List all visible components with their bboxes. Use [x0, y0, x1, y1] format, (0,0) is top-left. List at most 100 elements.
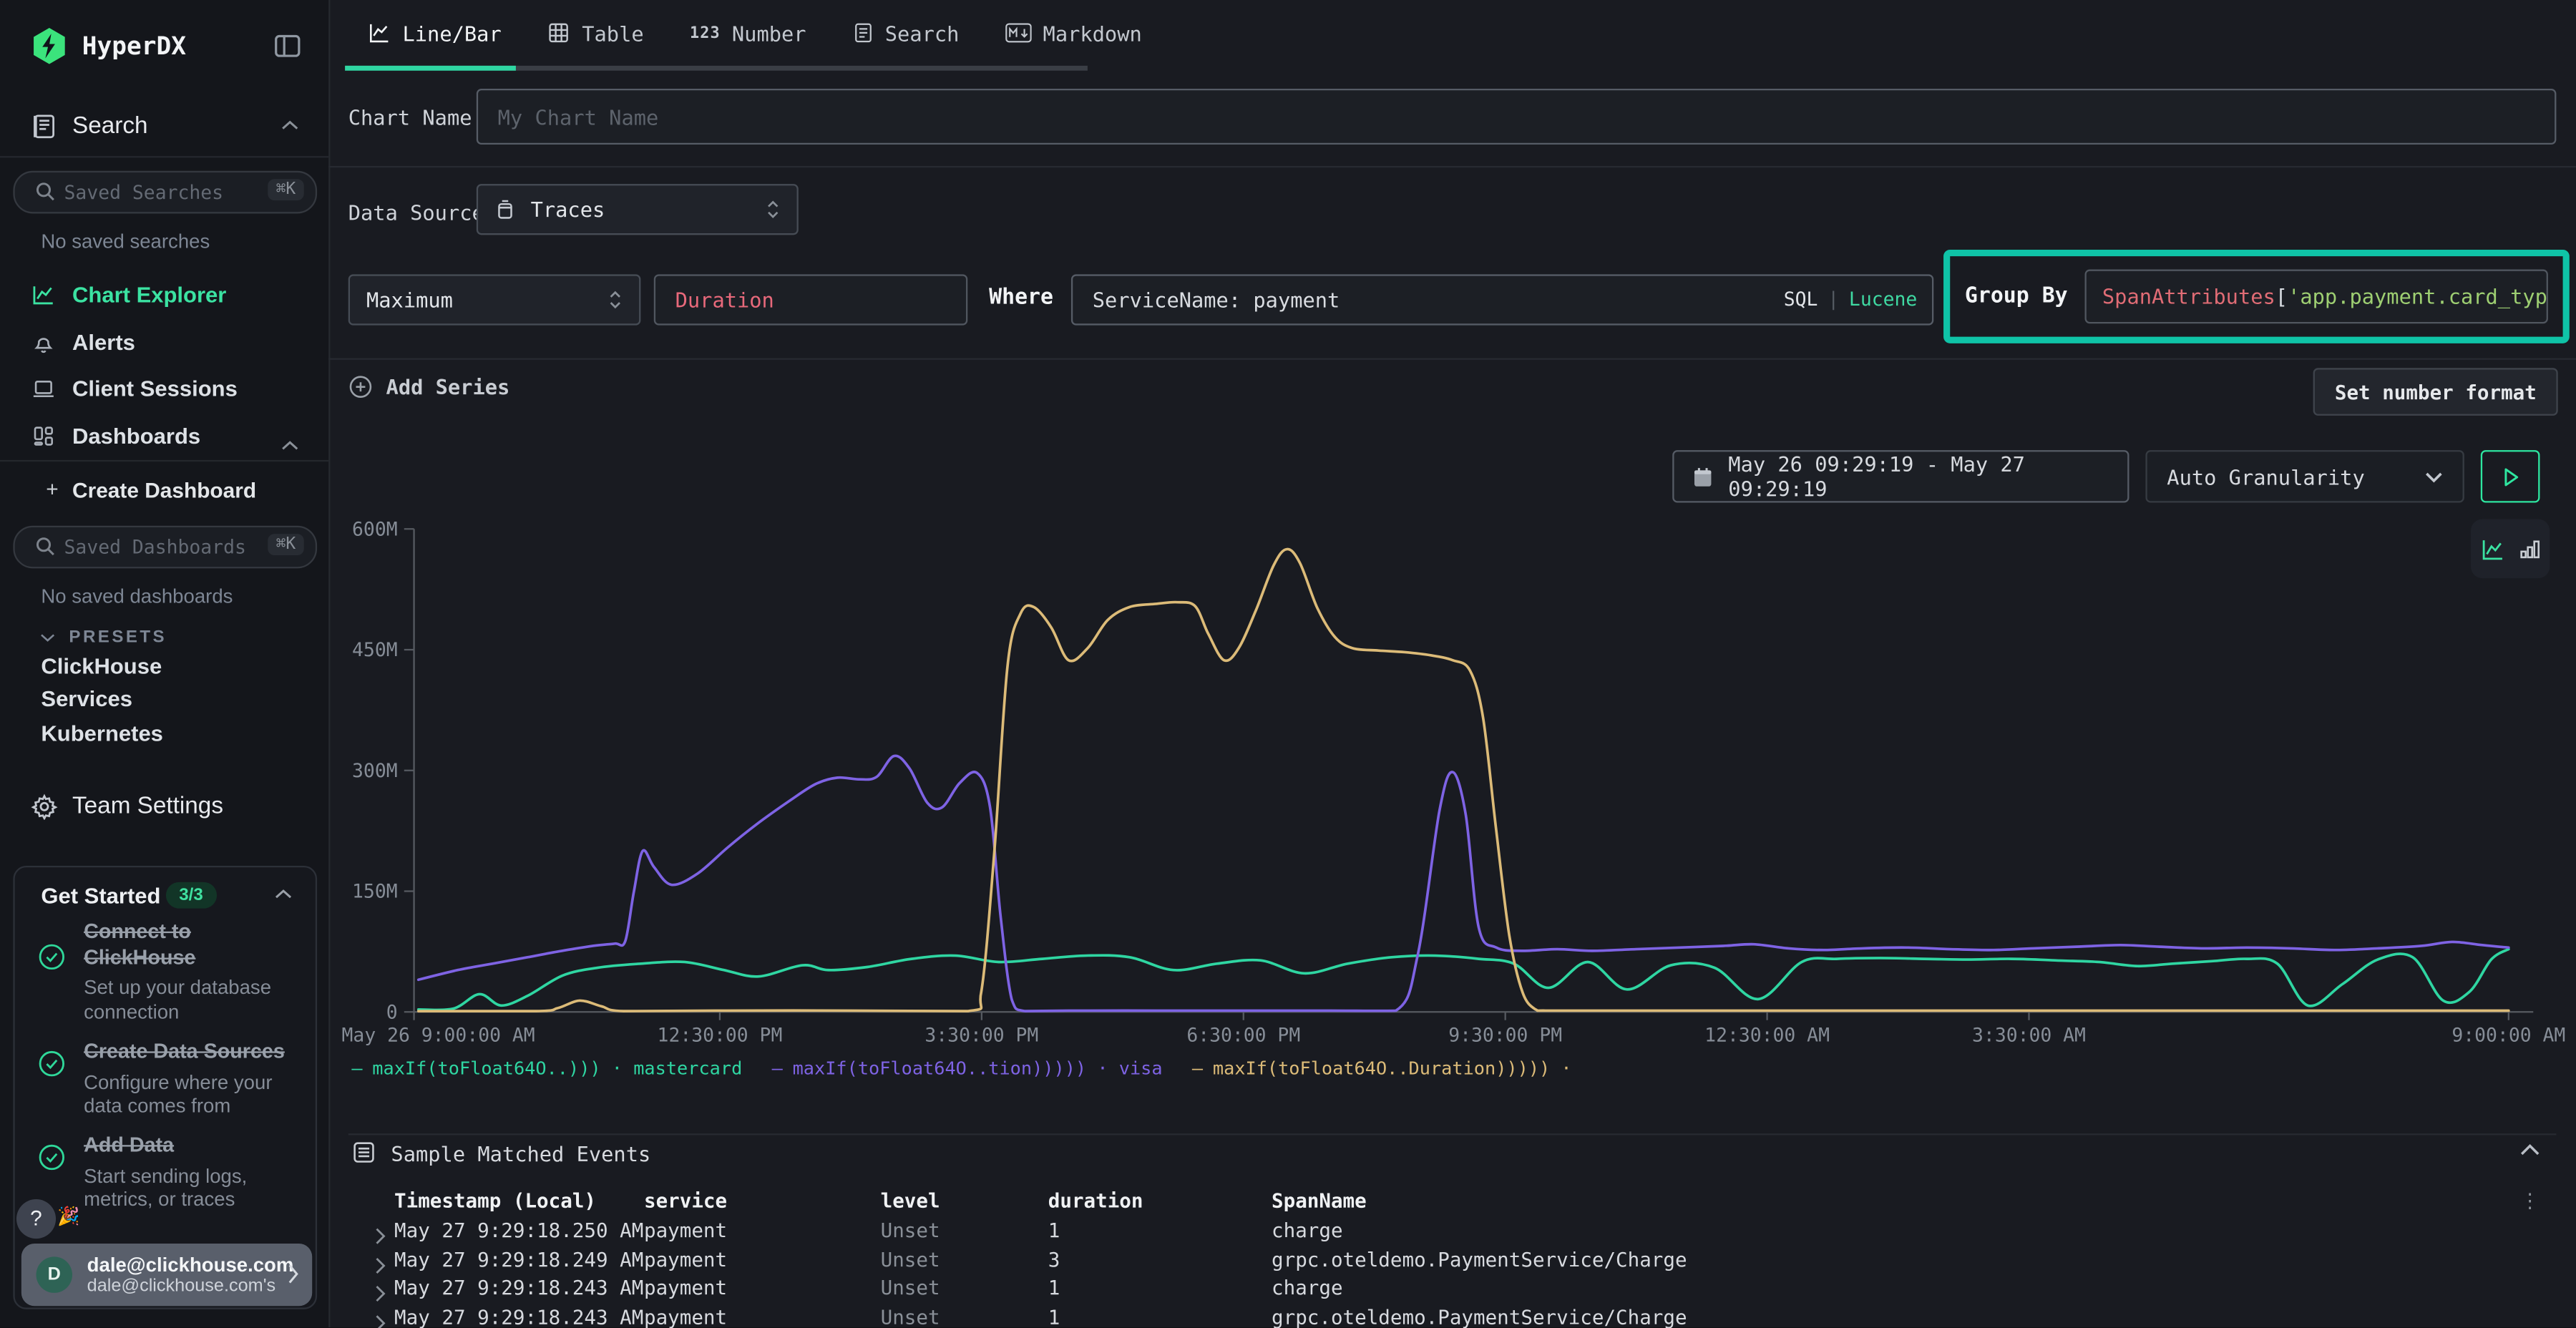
list-icon — [351, 1140, 376, 1164]
one-two-three-icon: 123 — [690, 24, 721, 42]
data-source-value: Traces — [531, 197, 605, 222]
timeseries-chart[interactable]: 600M450M300M150M0May 26 9:00:00 AM12:30:… — [328, 493, 2576, 1060]
cell-level: Unset — [881, 1219, 1048, 1242]
cell-duration: 1 — [1048, 1219, 1272, 1242]
shortcut-badge: ⌘K — [268, 534, 304, 555]
legend-item[interactable]: —maxIf(toFloat64O..tion))))) · visa — [772, 1058, 1163, 1080]
user-email: dale@clickhouse.com — [87, 1254, 294, 1276]
active-tab-indicator — [345, 66, 516, 71]
logo-row: HyperDX — [0, 23, 328, 72]
app-title: HyperDX — [82, 31, 186, 61]
group-by-highlight-annotation: Group By SpanAttributes['app.payment.car… — [1943, 250, 2570, 343]
add-series-button[interactable]: Add Series — [348, 374, 510, 399]
presets-header[interactable]: PRESETS — [39, 621, 167, 644]
sample-events-header: Sample Matched Events — [328, 1137, 2576, 1173]
column-header-duration[interactable]: ⋮duration — [1048, 1189, 1272, 1212]
database-icon — [494, 199, 516, 220]
table-row-cells: May 27 9:29:18.243 AMpaymentUnset1grpc.o… — [394, 1305, 2547, 1328]
tab-table[interactable]: Table — [525, 0, 667, 66]
row-expand-chevron-icon[interactable] — [374, 1310, 386, 1328]
table-row[interactable]: May 27 9:29:18.243 AMpaymentUnset1charge — [328, 1276, 2546, 1306]
table-row[interactable]: May 27 9:29:18.249 AMpaymentUnset3grpc.o… — [328, 1248, 2546, 1277]
sidebar-section-search[interactable]: Search — [0, 109, 328, 148]
column-header-spanname[interactable]: ⋮SpanName — [1272, 1189, 2547, 1212]
field-select[interactable]: Duration — [654, 274, 968, 325]
series-line-ungrouped — [419, 549, 2509, 1011]
chevron-up-icon[interactable] — [2520, 1143, 2540, 1156]
check-circle-icon — [38, 1050, 66, 1086]
aggregation-select[interactable]: Maximum — [348, 274, 641, 325]
table-row-cells: May 27 9:29:18.249 AMpaymentUnset3grpc.o… — [394, 1248, 2547, 1271]
table-row-cells: May 27 9:29:18.250 AMpaymentUnset1charge — [394, 1219, 2547, 1242]
data-source-label: Data Source — [348, 200, 484, 225]
column-header-level[interactable]: ⋮level — [881, 1189, 1048, 1212]
help-button[interactable]: ? — [16, 1199, 56, 1239]
legend-item[interactable]: —maxIf(toFloat64O..))) · mastercard — [351, 1058, 742, 1080]
cell-timestamp-local-: May 27 9:29:18.249 AM — [394, 1248, 644, 1271]
data-source-select[interactable]: Traces — [477, 184, 799, 235]
group-by-input[interactable]: SpanAttributes['app.payment.card_type'] — [2084, 270, 2548, 324]
create-dashboard-label: Create Dashboard — [72, 478, 256, 502]
cell-level: Unset — [881, 1248, 1048, 1271]
cell-spanname: grpc.oteldemo.PaymentService/Charge — [1272, 1305, 2547, 1328]
tab-label: Number — [732, 21, 806, 45]
sidebar-item-chart-explorer[interactable]: Chart Explorer — [0, 276, 328, 316]
sidebar-item-dashboards[interactable]: Dashboards — [0, 417, 328, 456]
user-menu[interactable]: D dale@clickhouse.com dale@clickhouse.co… — [21, 1244, 312, 1306]
preset-item-services[interactable]: Services — [41, 687, 132, 711]
table-row[interactable]: May 27 9:29:18.250 AMpaymentUnset1charge — [328, 1219, 2546, 1249]
get-started-item-title: Create Data Sources — [84, 1040, 297, 1065]
x-axis-tick-label: 3:30:00 AM — [1972, 1025, 2086, 1047]
legend-item[interactable]: —maxIf(toFloat64O..Duration))))) · — [1192, 1058, 1572, 1080]
sidebar-item-alerts[interactable]: Alerts — [0, 323, 328, 363]
cell-duration: 1 — [1048, 1276, 1272, 1299]
table-row[interactable]: May 27 9:29:18.243 AMpaymentUnset1grpc.o… — [328, 1305, 2546, 1328]
lucene-toggle[interactable]: Lucene — [1849, 288, 1917, 311]
cell-service: payment — [644, 1305, 881, 1328]
column-header-label: Timestamp (Local) — [394, 1189, 596, 1212]
column-header-timestamp-local-[interactable]: Timestamp (Local) — [394, 1189, 644, 1212]
get-started-item-text: Connect to ClickHouseSet up your databas… — [84, 920, 297, 1025]
cell-duration: 1 — [1048, 1305, 1272, 1328]
tab-markdown[interactable]: Markdown — [982, 0, 1165, 66]
get-started-item-title: Add Data — [84, 1133, 297, 1159]
no-saved-searches-text: No saved searches — [41, 230, 210, 253]
bell-icon — [31, 330, 56, 363]
divider — [0, 460, 328, 462]
divider — [328, 166, 2576, 167]
no-saved-dashboards-text: No saved dashboards — [41, 585, 233, 607]
sidebar-collapse-icon[interactable] — [273, 31, 302, 61]
create-dashboard-button[interactable]: + Create Dashboard — [0, 475, 328, 508]
get-started-item[interactable]: Connect to ClickHouseSet up your databas… — [34, 920, 297, 1025]
tab-line-bar[interactable]: Line/Bar — [345, 0, 525, 66]
divider — [328, 358, 2576, 360]
preset-item-clickhouse[interactable]: ClickHouse — [41, 654, 162, 678]
line-bar-icon — [368, 21, 391, 44]
main-content: Line/BarTable123NumberSearchMarkdown Cha… — [328, 0, 2576, 1327]
tab-search[interactable]: Search — [829, 0, 982, 66]
field-value: Duration — [675, 288, 774, 312]
chart-name-input[interactable] — [477, 89, 2557, 145]
sidebar-item-team-settings[interactable]: Team Settings — [0, 788, 328, 828]
get-started-title: Get Started — [41, 884, 160, 908]
get-started-item-desc: Set up your database connection — [84, 976, 297, 1024]
sidebar-item-client-sessions[interactable]: Client Sessions — [0, 370, 328, 409]
preset-item-kubernetes[interactable]: Kubernetes — [41, 721, 163, 746]
grid-icon — [31, 424, 56, 456]
pipe-divider: | — [1828, 288, 1839, 311]
get-started-item[interactable]: Add DataStart sending logs, metrics, or … — [34, 1133, 297, 1212]
column-header-label: SpanName — [1272, 1189, 1367, 1212]
tab-number[interactable]: 123 Number — [667, 0, 829, 66]
tab-label: Markdown — [1043, 21, 1142, 45]
saved-searches-input[interactable]: Saved Searches ⌘K — [13, 171, 317, 214]
saved-dashboards-input[interactable]: Saved Dashboards ⌘K — [13, 526, 317, 569]
chevron-up-icon[interactable] — [274, 889, 292, 900]
legend-label: maxIf(toFloat64O..Duration))))) · — [1213, 1058, 1572, 1080]
set-number-format-button[interactable]: Set number format — [2313, 368, 2558, 416]
column-header-service[interactable]: ⋮service — [644, 1189, 881, 1212]
table-row-cells: May 27 9:29:18.243 AMpaymentUnset1charge — [394, 1276, 2547, 1299]
legend-label: maxIf(toFloat64O..tion))))) · visa — [793, 1058, 1163, 1080]
sql-toggle[interactable]: SQL — [1784, 288, 1818, 311]
get-started-item[interactable]: Create Data SourcesConfigure where your … — [34, 1040, 297, 1118]
cell-level: Unset — [881, 1276, 1048, 1299]
